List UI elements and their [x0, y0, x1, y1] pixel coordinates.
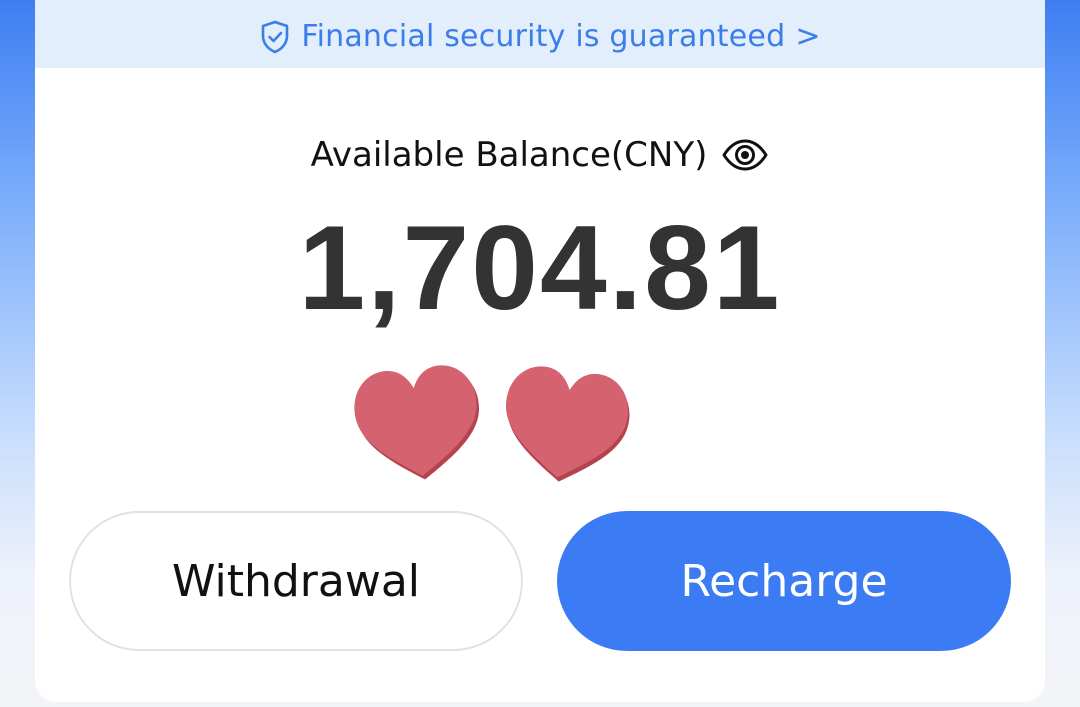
hearts-decoration [350, 358, 650, 482]
balance-amount: 1,704.81 [298, 201, 782, 335]
security-banner[interactable]: Financial security is guaranteed > [35, 0, 1045, 68]
chevron-right-icon: > [795, 18, 821, 54]
recharge-button[interactable]: Recharge [557, 511, 1011, 651]
shield-check-icon [262, 20, 289, 53]
eye-icon[interactable] [721, 135, 769, 175]
withdrawal-button[interactable]: Withdrawal [69, 511, 523, 651]
heart-icon [354, 365, 479, 480]
heart-icon [506, 366, 630, 482]
wallet-card: Financial security is guaranteed > Avail… [35, 0, 1045, 702]
balance-header: Available Balance(CNY) [35, 135, 1045, 175]
security-banner-text: Financial security is guaranteed [301, 19, 786, 54]
recharge-button-label: Recharge [680, 555, 888, 607]
withdrawal-button-label: Withdrawal [171, 555, 421, 607]
security-banner-link[interactable]: Financial security is guaranteed > [259, 19, 820, 54]
balance-label: Available Balance(CNY) [310, 135, 708, 175]
